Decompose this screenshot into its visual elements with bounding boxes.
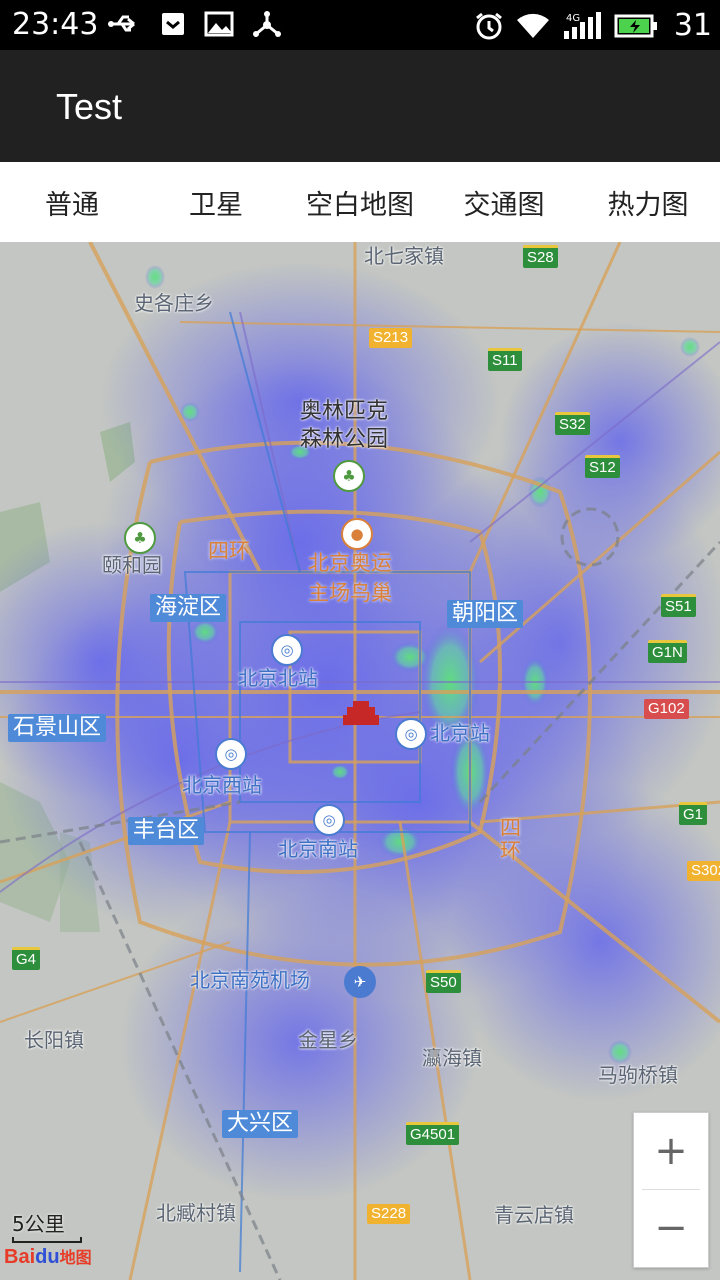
airport-icon[interactable]: ✈ bbox=[344, 966, 376, 998]
shield-s228: S228 bbox=[367, 1204, 411, 1224]
shield-g102: G102 bbox=[644, 699, 689, 719]
label-birds-nest: 北京奥运 bbox=[308, 551, 392, 575]
tab-heatmap[interactable]: 热力图 bbox=[576, 162, 720, 242]
label-birds-nest-2: 主场鸟巢 bbox=[308, 581, 392, 605]
status-right-icons: 4G 31 bbox=[474, 8, 712, 43]
map-scale: 5公里 bbox=[12, 1208, 82, 1243]
train-station-icon[interactable]: ◎ bbox=[313, 804, 345, 836]
label-shigezhuang: 史各庄乡 bbox=[134, 291, 214, 315]
image-icon bbox=[204, 11, 234, 37]
stadium-icon[interactable]: ● bbox=[341, 518, 373, 550]
district-haidian: 海淀区 bbox=[150, 594, 227, 623]
train-station-icon[interactable]: ◎ bbox=[215, 738, 247, 770]
zoom-in-button[interactable]: + bbox=[634, 1113, 708, 1189]
label-olympic-park: 奥林匹克 bbox=[300, 399, 389, 424]
shield-s213: S213 bbox=[369, 328, 413, 348]
shield-s51: S51 bbox=[661, 594, 696, 617]
usb-icon bbox=[108, 15, 135, 32]
tab-normal[interactable]: 普通 bbox=[0, 162, 144, 242]
shield-s50: S50 bbox=[426, 970, 461, 993]
label-beijing-south-station: 北京南站 bbox=[278, 837, 358, 861]
label-fourth-ring-east-1: 四 bbox=[500, 816, 521, 840]
battery-icon bbox=[614, 14, 657, 37]
park-icon[interactable]: ♣ bbox=[124, 522, 156, 554]
alarm-icon bbox=[475, 12, 502, 39]
tab-satellite[interactable]: 卫星 bbox=[144, 162, 288, 242]
district-fengtai: 丰台区 bbox=[128, 817, 205, 846]
baidu-map-logo: Baidu地图 bbox=[4, 1244, 92, 1269]
shield-s12: S12 bbox=[585, 455, 620, 478]
label-jinxing: 金星乡 bbox=[298, 1028, 358, 1052]
shield-g4501: G4501 bbox=[406, 1122, 460, 1145]
zoom-controls: + − bbox=[633, 1112, 709, 1268]
district-shijingshan: 石景山区 bbox=[8, 714, 107, 743]
map-type-tabs: 普通 卫星 空白地图 交通图 热力图 bbox=[0, 162, 720, 242]
notification-icon bbox=[162, 13, 184, 35]
shield-s32: S32 bbox=[555, 412, 590, 435]
district-daxing: 大兴区 bbox=[222, 1110, 299, 1139]
app-title: Test bbox=[56, 86, 123, 127]
zoom-out-button[interactable]: − bbox=[634, 1190, 708, 1266]
logo-text-bai: Bai bbox=[4, 1246, 36, 1268]
signal-icon: 4G bbox=[563, 11, 601, 39]
logo-text-du: du bbox=[35, 1246, 60, 1268]
label-majuqiao: 马驹桥镇 bbox=[598, 1063, 678, 1087]
train-station-icon[interactable]: ◎ bbox=[271, 634, 303, 666]
label-nanyuan-airport: 北京南苑机场 bbox=[190, 968, 310, 992]
label-beizang: 北臧村镇 bbox=[156, 1201, 236, 1225]
svg-text:4G: 4G bbox=[566, 13, 580, 24]
scale-bar bbox=[12, 1237, 82, 1243]
label-qingyundian: 青云店镇 bbox=[494, 1203, 574, 1227]
status-left-icons bbox=[108, 10, 282, 38]
train-station-icon[interactable]: ◎ bbox=[395, 718, 427, 750]
heatmap-base-layer bbox=[0, 242, 720, 1280]
park-icon[interactable]: ♣ bbox=[333, 460, 365, 492]
shield-s302: S302 bbox=[687, 861, 720, 881]
shield-g1: G1 bbox=[679, 802, 708, 825]
shield-s28: S28 bbox=[523, 245, 558, 268]
tab-blank-map[interactable]: 空白地图 bbox=[288, 162, 432, 242]
shield-g4: G4 bbox=[12, 947, 41, 970]
district-chaoyang: 朝阳区 bbox=[447, 600, 524, 629]
shield-g1n: G1N bbox=[648, 640, 687, 663]
label-yiheyuan: 颐和园 bbox=[102, 553, 162, 577]
scale-label: 5公里 bbox=[12, 1212, 65, 1236]
battery-percent: 31 bbox=[673, 8, 712, 43]
fan-icon bbox=[253, 11, 281, 37]
label-beiqijia: 北七家镇 bbox=[364, 244, 444, 268]
label-olympic-park-2: 森林公园 bbox=[300, 427, 389, 452]
label-fourth-ring-east-2: 环 bbox=[500, 839, 521, 863]
status-time: 23:43 bbox=[12, 7, 99, 42]
label-beijing-station: 北京站 bbox=[430, 721, 490, 745]
wifi-icon bbox=[516, 13, 549, 38]
shield-s11: S11 bbox=[488, 348, 522, 371]
status-bar: 23:43 4G 31 bbox=[0, 0, 720, 50]
label-beijing-north-station: 北京北站 bbox=[238, 666, 318, 690]
label-yinghai: 瀛海镇 bbox=[422, 1046, 482, 1070]
label-changyang: 长阳镇 bbox=[24, 1028, 84, 1052]
app-bar: Test bbox=[0, 50, 720, 162]
label-fourth-ring: 四环 bbox=[208, 539, 250, 563]
map-view[interactable]: 北七家镇 史各庄乡 奥林匹克 森林公园 颐和园 四环 北京奥运 主场鸟巢 海淀区… bbox=[0, 242, 720, 1280]
label-beijing-west-station: 北京西站 bbox=[182, 773, 262, 797]
tab-traffic[interactable]: 交通图 bbox=[432, 162, 576, 242]
logo-text-map: 地图 bbox=[59, 1250, 92, 1267]
